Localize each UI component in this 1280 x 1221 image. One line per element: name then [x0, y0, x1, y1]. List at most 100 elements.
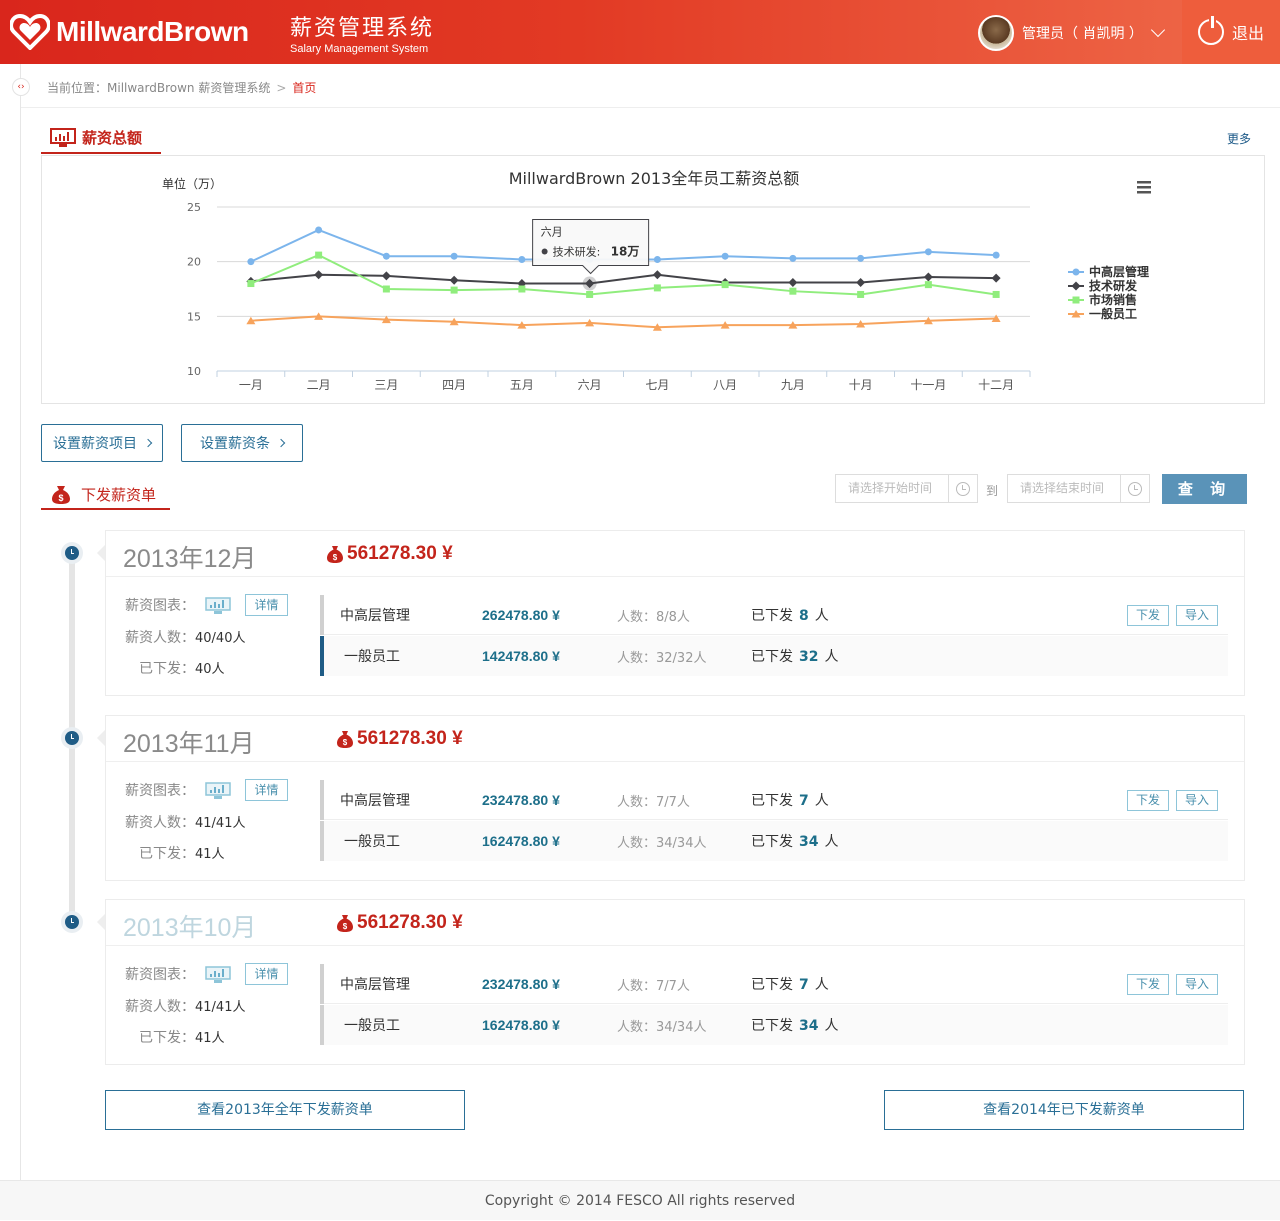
legend-label: 市场销售 [1089, 292, 1137, 307]
user-menu[interactable]: 管理员（ 肖凯明 ） [978, 15, 1165, 51]
detail-button[interactable]: 详情 [245, 594, 288, 616]
salary-section-title: 薪资总额 [82, 129, 143, 147]
series-point-1 [788, 277, 798, 287]
issued-prefix: 已下发 [751, 649, 793, 665]
monitor-chart-icon[interactable] [205, 782, 232, 800]
timeline-clock-icon [61, 911, 83, 933]
import-button[interactable]: 导入 [1176, 790, 1218, 811]
payroll-month-card: 2013年10月 $ 561278.30 ¥ 薪资图表： 详情 薪资人数：41/… [105, 899, 1245, 1065]
salary-count-label: 薪资人数： [125, 630, 195, 646]
svg-text:$: $ [343, 922, 348, 931]
footer: Copyright © 2014 FESCO All rights reserv… [0, 1180, 1280, 1220]
group-amount: 232478.80 ¥ [482, 792, 560, 808]
end-date-input[interactable]: 请选择结束时间 [1007, 474, 1121, 503]
series-point-0 [653, 255, 661, 263]
series-point-1 [923, 272, 933, 282]
group-amount: 232478.80 ¥ [482, 976, 560, 992]
issued-count: 34 [799, 1018, 819, 1034]
setup-salary-items-button[interactable]: 设置薪资项目 [41, 424, 163, 462]
avatar [978, 15, 1014, 51]
legend-marker-2 [1072, 296, 1080, 304]
logout-label: 退出 [1231, 24, 1264, 43]
group-name: 一般员工 [344, 834, 400, 850]
salary-chart-label: 薪资图表： [125, 598, 195, 614]
salary-group-row[interactable]: 中高层管理 232478.80 ¥ 人数：7/7人 已下发 7 人 下发 导入 [320, 964, 1228, 1004]
monitor-chart-icon[interactable] [205, 966, 232, 984]
salary-line-chart: MillwardBrown 2013全年员工薪资总额 单位（万） 25 20 15 10 一… [162, 169, 1151, 392]
salary-group-row[interactable]: 中高层管理 262478.80 ¥ 人数：8/8人 已下发 8 人 下发 导入 [320, 595, 1228, 635]
series-point-1 [856, 277, 866, 287]
salary-section-underline [41, 152, 161, 154]
series-point-0 [382, 252, 390, 260]
group-issued: 已下发 32 人 [751, 646, 838, 666]
group-name: 中高层管理 [340, 608, 410, 624]
clock-icon [65, 731, 79, 745]
end-date-picker[interactable] [1121, 474, 1150, 503]
issued-label: 已下发： [139, 661, 195, 677]
view-2014-payroll-button[interactable]: 查看2014年已下发薪资单 [884, 1090, 1244, 1130]
timeline-clock-icon [61, 727, 83, 749]
breadcrumb-separator: > [276, 81, 287, 95]
group-headcount: 人数：7/7人 [617, 978, 690, 994]
group-headcount: 人数：8/8人 [617, 609, 690, 625]
issue-button[interactable]: 下发 [1127, 605, 1169, 626]
series-point-2 [721, 281, 729, 289]
group-issued: 已下发 7 人 [751, 790, 829, 810]
y-tick-label: 15 [187, 310, 201, 323]
start-date-input[interactable]: 请选择开始时间 [835, 474, 949, 503]
logo[interactable]: MillwardBrown [10, 14, 249, 50]
issued-suffix: 人 [824, 834, 839, 850]
monitor-chart-icon [50, 127, 76, 147]
logout-button[interactable]: 退出 [1182, 0, 1280, 64]
x-tick-label: 七月 [645, 378, 669, 392]
group-amount: 162478.80 ¥ [482, 1017, 560, 1033]
group-issued: 已下发 34 人 [751, 1015, 838, 1035]
detail-button[interactable]: 详情 [245, 779, 288, 801]
money-bag-icon: $ [337, 915, 353, 932]
series-point-0 [721, 252, 729, 260]
start-date-picker[interactable] [949, 474, 978, 503]
issue-button[interactable]: 下发 [1127, 790, 1169, 811]
import-button[interactable]: 导入 [1176, 974, 1218, 995]
issued-count: 34 [799, 834, 819, 850]
svg-text:$: $ [343, 738, 348, 747]
salary-group-row[interactable]: 中高层管理 232478.80 ¥ 人数：7/7人 已下发 7 人 下发 导入 [320, 780, 1228, 820]
salary-chart-label: 薪资图表： [125, 783, 195, 799]
series-point-2 [857, 290, 865, 298]
series-point-2 [247, 280, 255, 288]
month-label: 2013年12月 [123, 545, 257, 573]
issue-button[interactable]: 下发 [1127, 974, 1169, 995]
x-tick-label: 六月 [578, 378, 602, 392]
system-title: 薪资管理系统 Salary Management System [290, 10, 434, 55]
group-headcount: 人数：7/7人 [617, 794, 690, 810]
setup-salary-slip-button[interactable]: 设置薪资条 [181, 424, 303, 462]
monitor-chart-icon[interactable] [205, 597, 232, 615]
issued-prefix: 已下发 [751, 834, 793, 850]
query-button[interactable]: 查 询 [1162, 474, 1247, 504]
month-total: $ 561278.30 ¥ [336, 912, 463, 934]
issued-suffix: 人 [814, 793, 829, 809]
salary-group-row[interactable]: 一般员工 162478.80 ¥ 人数：34/34人 已下发 34 人 [320, 821, 1228, 861]
legend-label: 中高层管理 [1089, 264, 1149, 279]
series-point-1 [991, 273, 1001, 283]
clock-icon [956, 481, 970, 496]
more-link[interactable]: 更多 [1227, 130, 1251, 147]
salary-group-row[interactable]: 一般员工 162478.80 ¥ 人数：34/34人 已下发 34 人 [320, 1005, 1228, 1045]
legend-marker-1 [1071, 281, 1081, 291]
clock-icon [65, 546, 79, 560]
detail-button[interactable]: 详情 [245, 963, 288, 985]
salary-chart-meta: 薪资图表： [125, 964, 232, 984]
salary-group-row[interactable]: 一般员工 142478.80 ¥ 人数：32/32人 已下发 32 人 [320, 636, 1228, 676]
import-button[interactable]: 导入 [1176, 605, 1218, 626]
payroll-month-card: 2013年11月 $ 561278.30 ¥ 薪资图表： 详情 薪资人数：41/… [105, 715, 1245, 881]
series-point-0 [518, 255, 526, 263]
month-card-header: 2013年12月 $ 561278.30 ¥ [106, 531, 1244, 577]
system-title-cn: 薪资管理系统 [290, 16, 435, 41]
sidebar-toggle-icon[interactable]: ‹› [12, 78, 30, 96]
legend-marker-0 [1072, 268, 1080, 276]
money-bag-icon: $ [52, 486, 70, 504]
y-tick-label: 10 [187, 365, 201, 378]
x-tick-label: 九月 [781, 378, 805, 392]
view-2013-payroll-button[interactable]: 查看2013年全年下发薪资单 [105, 1090, 465, 1130]
breadcrumb-current[interactable]: 首页 [292, 81, 316, 95]
